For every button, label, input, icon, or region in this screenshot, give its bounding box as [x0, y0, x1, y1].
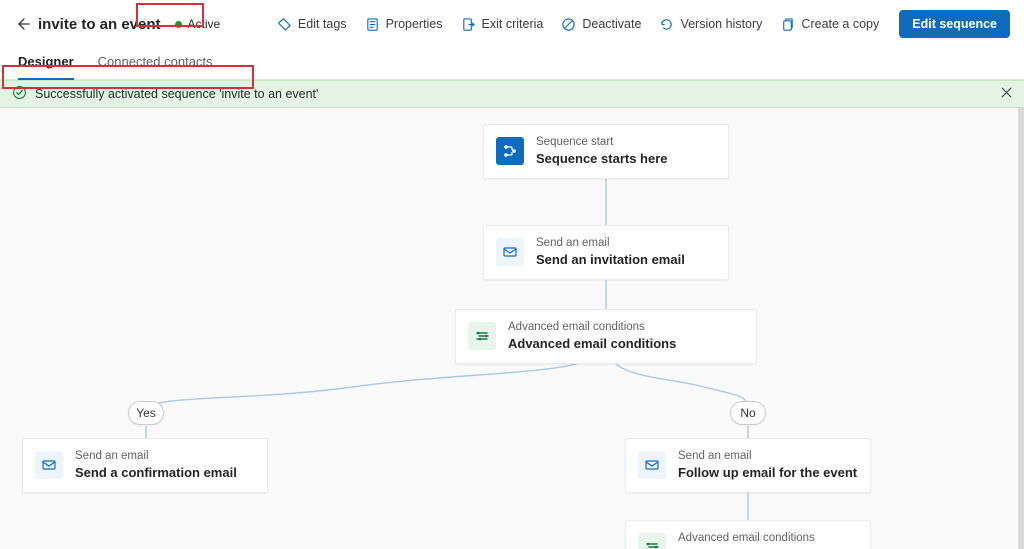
banner-close-button[interactable]: [999, 85, 1014, 104]
status-badge: Active: [173, 16, 229, 32]
node-label: Send an email: [536, 236, 685, 250]
tab-designer[interactable]: Designer: [18, 46, 74, 79]
node-label: Send an email: [678, 449, 857, 463]
edit-sequence-button[interactable]: Edit sequence: [899, 10, 1010, 38]
tab-connected-contacts[interactable]: Connected contacts: [98, 46, 213, 79]
properties-button[interactable]: Properties: [363, 13, 445, 36]
node-followup-email[interactable]: Send an email Follow up email for the ev…: [625, 438, 871, 493]
branch-yes-badge: Yes: [128, 401, 164, 425]
banner-message: Successfully activated sequence 'invite …: [35, 87, 318, 101]
page-title: invite to an event: [38, 16, 161, 33]
node-label: Advanced email conditions: [678, 531, 846, 545]
status-dot-icon: [175, 21, 182, 28]
start-icon: [496, 137, 524, 165]
node-title: Follow up email for the event: [678, 465, 857, 481]
mail-icon: [496, 238, 524, 266]
edit-tags-button[interactable]: Edit tags: [275, 13, 349, 36]
node-send-confirmation-email[interactable]: Send an email Send a confirmation email: [22, 438, 268, 493]
node-label: Send an email: [75, 449, 237, 463]
designer-canvas[interactable]: Sequence start Sequence starts here Send…: [0, 108, 1018, 549]
create-copy-button[interactable]: Create a copy: [778, 13, 881, 36]
back-button[interactable]: [14, 16, 30, 32]
deactivate-button[interactable]: Deactivate: [559, 13, 643, 36]
node-title: Send a confirmation email: [75, 465, 237, 481]
status-text: Active: [188, 17, 221, 31]
node-advanced-conditions-2[interactable]: Advanced email conditions Advanced email…: [625, 520, 871, 549]
node-advanced-conditions-1[interactable]: Advanced email conditions Advanced email…: [455, 309, 757, 364]
node-title: Send an invitation email: [536, 252, 685, 268]
conditions-icon: [638, 533, 666, 549]
node-sequence-start[interactable]: Sequence start Sequence starts here: [483, 124, 729, 179]
node-send-invitation-email[interactable]: Send an email Send an invitation email: [483, 225, 729, 280]
conditions-icon: [468, 322, 496, 350]
version-history-button[interactable]: Version history: [657, 13, 764, 36]
mail-icon: [638, 451, 666, 479]
mail-icon: [35, 451, 63, 479]
node-label: Advanced email conditions: [508, 320, 676, 334]
branch-no-badge: No: [730, 401, 766, 425]
node-label: Sequence start: [536, 135, 668, 149]
exit-criteria-button[interactable]: Exit criteria: [459, 13, 546, 36]
success-icon: [12, 85, 27, 103]
node-title: Sequence starts here: [536, 151, 668, 167]
node-title: Advanced email conditions: [508, 336, 676, 352]
